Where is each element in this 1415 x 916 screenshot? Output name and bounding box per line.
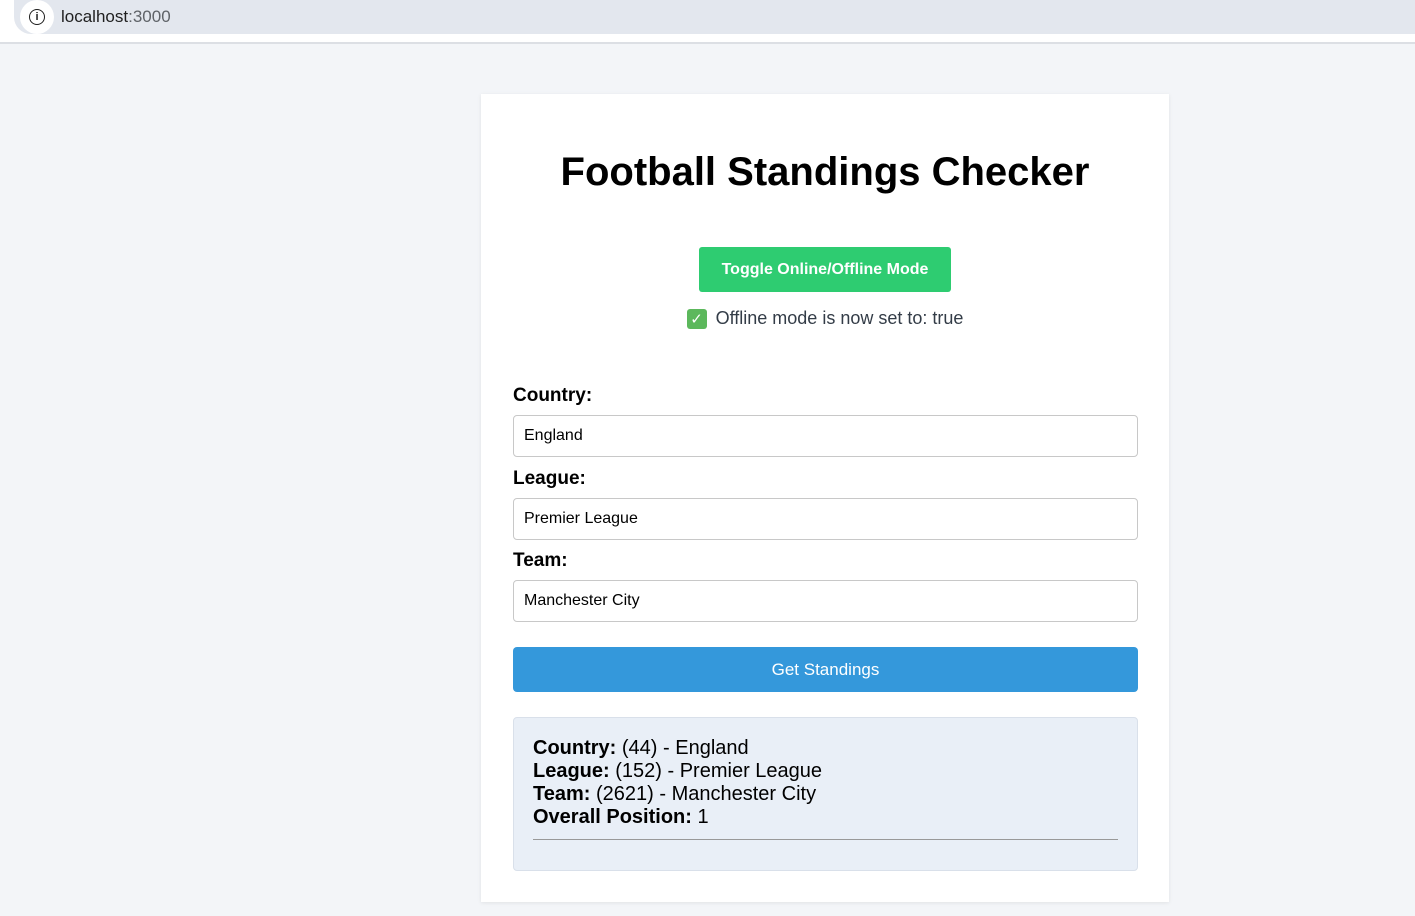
result-team-value: (2621) - Manchester City xyxy=(595,783,817,805)
results-panel: Country: (44) - England League: (152) - … xyxy=(513,717,1138,871)
address-bar[interactable]: i localhost:3000 xyxy=(14,0,1415,34)
league-label: League: xyxy=(513,468,586,489)
result-position-label: Overall Position: xyxy=(533,806,692,828)
check-box-icon: ✓ xyxy=(686,308,707,329)
site-info-button[interactable]: i xyxy=(20,0,54,34)
result-team-label: Team: xyxy=(533,783,591,805)
status-message: Offline mode is now set to: true xyxy=(715,308,964,328)
result-country: Country: (44) - England xyxy=(533,737,1117,760)
standings-card: Football Standings Checker Toggle Online… xyxy=(481,94,1169,902)
result-position: Overall Position: 1 xyxy=(533,806,1117,829)
page-title: Football Standings Checker xyxy=(560,150,1090,194)
result-country-label: Country: xyxy=(533,737,617,759)
divider xyxy=(533,839,1118,840)
country-label: Country: xyxy=(513,385,593,406)
result-country-value: (44) - England xyxy=(621,737,749,759)
url-host: localhost xyxy=(61,7,129,26)
team-label: Team: xyxy=(513,550,568,571)
get-standings-button[interactable]: Get Standings xyxy=(513,647,1138,692)
result-league-label: League: xyxy=(533,760,610,782)
result-position-value: 1 xyxy=(697,806,709,828)
result-team: Team: (2621) - Manchester City xyxy=(533,783,1117,806)
toggle-mode-button[interactable]: Toggle Online/Offline Mode xyxy=(699,247,951,292)
league-input[interactable]: Premier League xyxy=(513,498,1138,540)
country-input[interactable]: England xyxy=(513,415,1138,457)
team-input[interactable]: Manchester City xyxy=(513,580,1138,622)
offline-status: ✓ Offline mode is now set to: true xyxy=(481,308,1169,329)
info-icon: i xyxy=(29,9,45,25)
url-port: :3000 xyxy=(128,7,171,26)
browser-toolbar: i localhost:3000 xyxy=(0,0,1415,44)
result-league-value: (152) - Premier League xyxy=(615,760,823,782)
url-text[interactable]: localhost:3000 xyxy=(61,7,171,27)
result-league: League: (152) - Premier League xyxy=(533,760,1117,783)
